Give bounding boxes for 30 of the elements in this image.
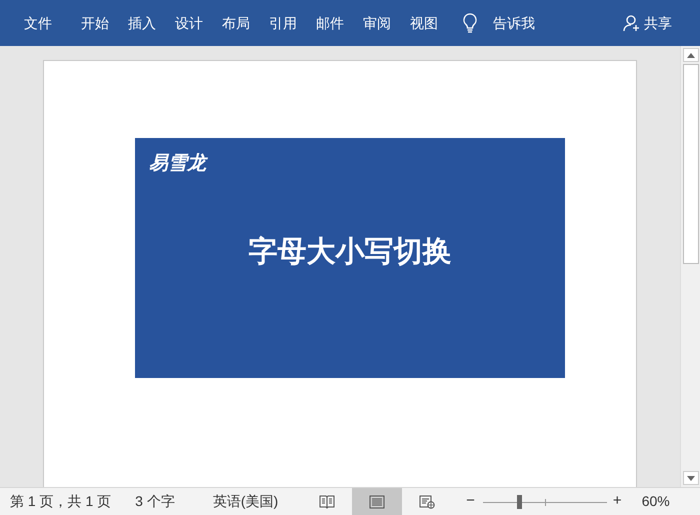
brand-logo: 易雪龙 xyxy=(149,152,206,176)
ribbon-tab[interactable]: 布局 xyxy=(222,12,250,34)
ribbon-tab[interactable]: 邮件 xyxy=(316,12,344,34)
zoom-slider[interactable] xyxy=(482,494,607,508)
zoom-level[interactable]: 60% xyxy=(642,491,670,512)
ribbon-tab[interactable]: 审阅 xyxy=(363,12,391,34)
tell-me-button[interactable]: 告诉我 xyxy=(493,12,535,34)
banner-title: 字母大小写切换 xyxy=(248,234,452,270)
web-page-icon xyxy=(419,494,436,508)
lightbulb-icon[interactable] xyxy=(463,13,477,33)
scroll-up-icon[interactable] xyxy=(682,48,698,62)
word-count[interactable]: 3 个字 xyxy=(135,491,175,512)
ribbon-tab[interactable]: 引用 xyxy=(269,12,297,34)
zoom-out-button[interactable]: − xyxy=(466,490,475,513)
ribbon-tab[interactable]: 设计 xyxy=(175,12,203,34)
person-add-icon xyxy=(623,14,641,32)
page-count[interactable]: 第 1 页，共 1 页 xyxy=(10,491,112,512)
ribbon-tab[interactable]: 文件 xyxy=(24,12,52,34)
share-button[interactable]: 共享 xyxy=(623,12,672,34)
scroll-thumb[interactable] xyxy=(682,64,698,264)
ribbon-tab[interactable]: 视图 xyxy=(410,12,438,34)
language-label[interactable]: 英语(美国) xyxy=(212,491,278,512)
view-button[interactable] xyxy=(352,488,402,515)
page-lines-icon xyxy=(369,494,386,508)
zoom-in-button[interactable]: + xyxy=(612,490,622,513)
zoom-thumb[interactable] xyxy=(516,494,522,508)
ribbon-tab[interactable]: 开始 xyxy=(81,12,109,34)
scroll-down-icon[interactable] xyxy=(682,471,698,485)
book-icon xyxy=(319,494,336,508)
ribbon-tab[interactable]: 插入 xyxy=(128,12,156,34)
